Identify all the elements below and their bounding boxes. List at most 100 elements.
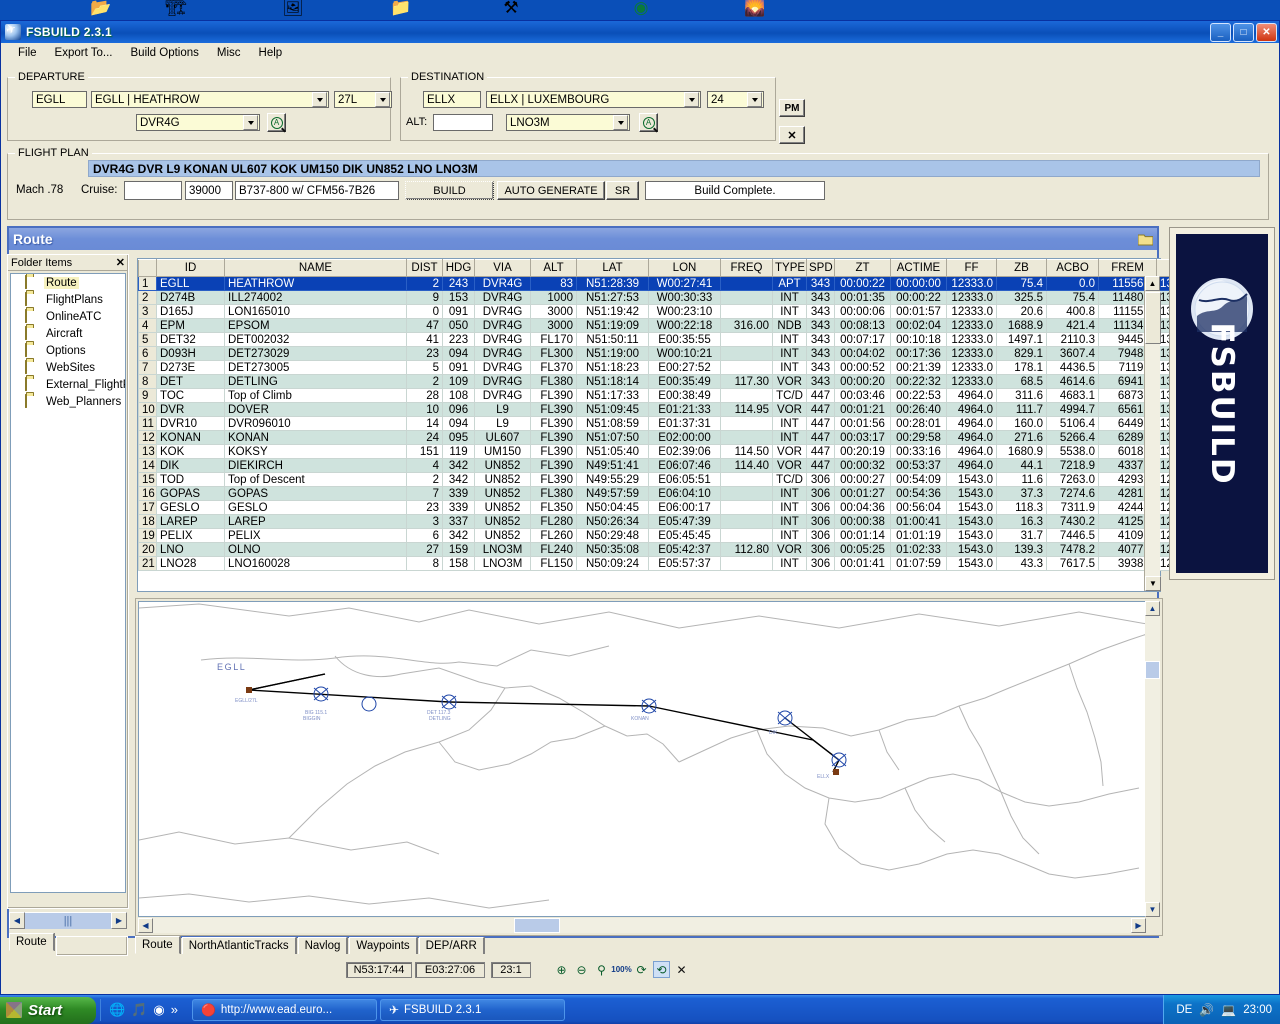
folder-item-external-flightp[interactable]: External_FlightP	[11, 376, 125, 393]
recenter-icon[interactable]: ⟲	[653, 961, 670, 978]
menu-misc[interactable]: Misc	[208, 45, 250, 61]
desktop-icon-bridge[interactable]: 🏗	[163, 0, 189, 20]
volume-icon[interactable]: 🔊	[1199, 1003, 1214, 1017]
desktop-icon-folder-yellow[interactable]: 📁	[388, 0, 414, 20]
table-row[interactable]: 19 PELIX PELIX 6 342 UN852 FL260 N50:29:48 E05:4…	[138, 528, 1175, 543]
tab-dep-arr[interactable]: DEP/ARR	[418, 937, 484, 954]
scroll-down-icon[interactable]: ▼	[1145, 902, 1160, 917]
tab-route[interactable]: Route	[135, 936, 180, 954]
pan-icon[interactable]: ⚲	[593, 961, 610, 978]
taskbar-item-opera[interactable]: 🔴 http://www.ead.euro...	[191, 998, 377, 1021]
desktop-icon-picture[interactable]: 🌄	[742, 0, 768, 20]
table-row[interactable]: 12 KONAN KONAN 24 095 UL607 FL390 N51:07:50 E02:…	[138, 430, 1175, 445]
folder-item-options[interactable]: Options	[11, 342, 125, 359]
map-vscroll-thumb[interactable]	[1145, 661, 1160, 679]
folder-item-web-planners[interactable]: Web_Planners	[11, 393, 125, 410]
altitude-field[interactable]: 39000	[185, 181, 233, 200]
desktop-icon-opera[interactable]: ◉	[628, 0, 654, 20]
column-header-actime[interactable]: ACTIME	[890, 259, 947, 277]
chevron-down-icon[interactable]	[684, 92, 699, 107]
route-string-field[interactable]: DVR4G DVR L9 KONAN UL607 KOK UM150 DIK U…	[88, 160, 1260, 177]
scroll-right-icon[interactable]: ▶	[111, 912, 127, 929]
start-button[interactable]: Start	[0, 996, 96, 1024]
table-row[interactable]: 14 DIK DIEKIRCH 4 342 UN852 FL390 N49:51:41 E06:…	[138, 458, 1175, 473]
map-hscrollbar[interactable]: ◀ ▶	[138, 918, 1146, 933]
desktop-icon-tools[interactable]: ⚒	[498, 0, 524, 20]
folder-item-onlineatc[interactable]: OnlineATC	[11, 308, 125, 325]
folder-pane-hscroll[interactable]: ◀ ||| ▶	[9, 912, 127, 929]
chevron-down-icon[interactable]	[747, 92, 762, 107]
clock[interactable]: 23:00	[1243, 1004, 1272, 1016]
folder-item-websites[interactable]: WebSites	[11, 359, 125, 376]
chevron-down-icon[interactable]	[613, 115, 628, 130]
destination-star-combo[interactable]: LNO3M	[506, 114, 630, 131]
folder-item-aircraft[interactable]: Aircraft	[11, 325, 125, 342]
menu-help[interactable]: Help	[250, 45, 292, 61]
column-header-lon[interactable]: LON	[648, 259, 721, 277]
table-row[interactable]: 15 TOD Top of Descent 2 342 UN852 FL390 N49:55:…	[138, 472, 1175, 487]
scroll-right-icon[interactable]: ▶	[1131, 918, 1146, 933]
scroll-left-icon[interactable]: ◀	[138, 918, 153, 933]
refresh-icon[interactable]: ⟳	[633, 961, 650, 978]
tray-language[interactable]: DE	[1176, 1004, 1192, 1016]
table-row[interactable]: 10 DVR DOVER 10 096 L9 FL390 N51:09:45 E01:21:33…	[138, 402, 1175, 417]
column-header-acbo[interactable]: ACBO	[1046, 259, 1099, 277]
table-row[interactable]: 8 DET DETLING 2 109 DVR4G FL380 N51:18:14 E00:35…	[138, 374, 1175, 389]
folder-item-flightplans[interactable]: FlightPlans	[11, 291, 125, 308]
table-row[interactable]: 21 LNO28 LNO160028 8 158 LNO3M FL150 N50:09:24 E…	[138, 556, 1175, 571]
table-row[interactable]: 16 GOPAS GOPAS 7 339 UN852 FL380 N49:57:59 E06:0…	[138, 486, 1175, 501]
column-header-frem[interactable]: FREM	[1098, 259, 1157, 277]
column-header-alt[interactable]: ALT	[530, 259, 577, 277]
taskbar-item-fsbuild[interactable]: ✈ FSBUILD 2.3.1	[379, 998, 565, 1021]
zoom-out-icon[interactable]: ⊖	[573, 961, 590, 978]
table-row[interactable]: 6 D093H DET273029 23 094 DVR4G FL300 N51:19:00 W…	[138, 346, 1175, 361]
folder-item-route[interactable]: Route	[11, 274, 125, 291]
chevron-down-icon[interactable]	[375, 92, 390, 107]
destination-close-button[interactable]: ✕	[779, 126, 805, 144]
tab-waypoints[interactable]: Waypoints	[349, 937, 417, 954]
tab-route-folder[interactable]: Route	[9, 933, 54, 951]
column-header-blank-0[interactable]	[138, 259, 157, 277]
table-row[interactable]: 13 KOK KOKSY 151 119 UM150 FL390 N51:05:40 E02:3…	[138, 444, 1175, 459]
departure-sid-combo[interactable]: DVR4G	[136, 114, 260, 131]
scroll-left-icon[interactable]: ◀	[9, 912, 25, 929]
column-header-zb[interactable]: ZB	[996, 259, 1047, 277]
map-canvas[interactable]: EGLL BIG 115.1 BIGGIN DET 117.3 DETLING KO…	[138, 601, 1146, 917]
chevron-down-icon[interactable]	[312, 92, 327, 107]
column-header-lat[interactable]: LAT	[576, 259, 649, 277]
table-row[interactable]: 5 DET32 DET002032 41 223 DVR4G FL170 N51:50:11 E…	[138, 332, 1175, 347]
zoom-100-icon[interactable]: 100%	[611, 961, 631, 978]
column-header-zt[interactable]: ZT	[834, 259, 891, 277]
table-row[interactable]: 17 GESLO GESLO 23 339 UN852 FL350 N50:04:45 E06:…	[138, 500, 1175, 515]
scroll-up-icon[interactable]: ▲	[1145, 601, 1160, 616]
zoom-in-icon[interactable]: ⊕	[553, 961, 570, 978]
column-header-ff[interactable]: FF	[946, 259, 997, 277]
scroll-down-icon[interactable]: ▼	[1145, 576, 1161, 591]
minimize-button[interactable]: _	[1210, 22, 1231, 42]
map-vscrollbar[interactable]: ▲ ▼	[1145, 601, 1160, 917]
map-hscroll-thumb[interactable]	[514, 918, 560, 933]
table-row[interactable]: 9 TOC Top of Climb 28 108 DVR4G FL390 N51:17:33…	[138, 388, 1175, 403]
destination-airport-combo[interactable]: ELLX | LUXEMBOURG	[486, 91, 701, 108]
departure-search-button[interactable]: A	[267, 113, 286, 132]
close-icon[interactable]: ✕	[116, 256, 125, 269]
column-header-freq[interactable]: FREQ	[720, 259, 773, 277]
opera-icon[interactable]: ◉	[153, 1002, 164, 1018]
column-header-name[interactable]: NAME	[224, 259, 407, 277]
menu-build-options[interactable]: Build Options	[122, 45, 208, 61]
maximize-button[interactable]: □	[1233, 22, 1254, 42]
aircraft-field[interactable]: B737-800 w/ CFM56-7B26	[235, 181, 399, 200]
close-map-icon[interactable]: ✕	[673, 961, 690, 978]
folder-icon[interactable]	[1137, 233, 1154, 246]
table-row[interactable]: 18 LAREP LAREP 3 337 UN852 FL280 N50:26:34 E05:4…	[138, 514, 1175, 529]
desktop-icon-photo[interactable]: 🖼	[280, 0, 306, 20]
destination-icao-field[interactable]: ELLX	[423, 91, 481, 108]
build-button[interactable]: BUILD	[405, 181, 494, 200]
departure-icao-field[interactable]: EGLL	[32, 91, 87, 108]
sr-button[interactable]: SR	[606, 181, 639, 200]
table-row[interactable]: 2 D274B ILL274002 9 153 DVR4G 1000 N51:27:53 W00…	[138, 290, 1175, 305]
column-header-via[interactable]: VIA	[474, 259, 531, 277]
chevron-down-icon[interactable]	[243, 115, 258, 130]
departure-runway-combo[interactable]: 27L	[334, 91, 392, 108]
table-row[interactable]: 7 D273E DET273005 5 091 DVR4G FL370 N51:18:23 E0…	[138, 360, 1175, 375]
